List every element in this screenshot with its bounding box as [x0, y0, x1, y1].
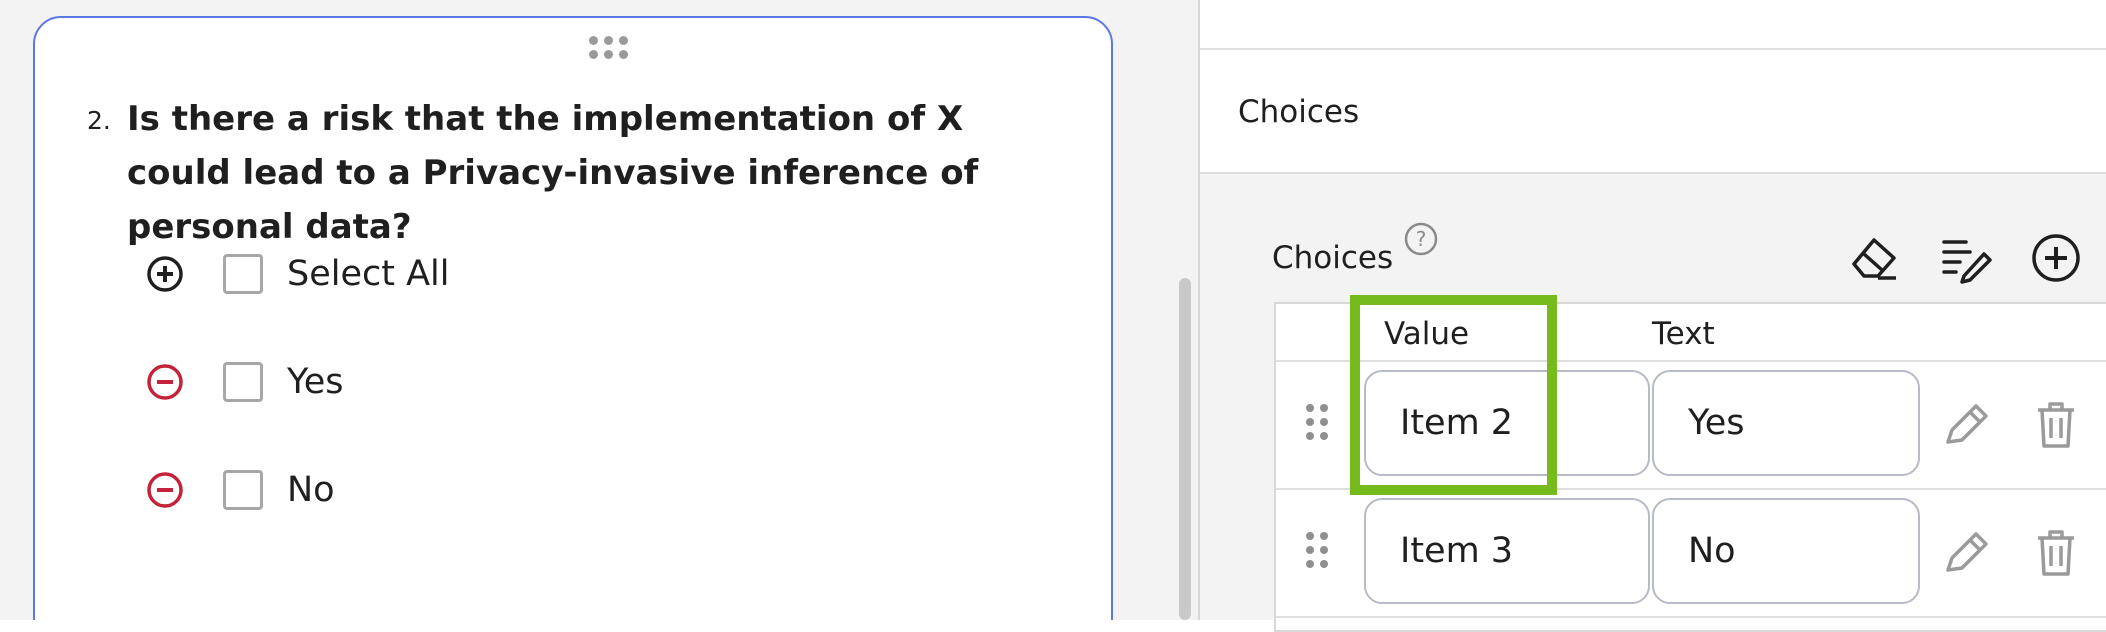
canvas-scrollbar[interactable]: [1179, 278, 1191, 620]
add-circle-icon[interactable]: [145, 254, 185, 294]
yes-checkbox[interactable]: [223, 362, 263, 402]
divider: [1200, 48, 2106, 50]
choices-property-label: Choices: [1272, 240, 1394, 276]
row-drag-handle-icon[interactable]: [1306, 532, 1330, 568]
trash-icon[interactable]: [2028, 396, 2084, 452]
add-choice-icon[interactable]: [2030, 232, 2082, 284]
choice-label[interactable]: Yes: [287, 362, 344, 402]
no-checkbox[interactable]: [223, 470, 263, 510]
help-icon[interactable]: ?: [1404, 222, 1438, 256]
question-drag-handle-icon[interactable]: [589, 36, 629, 62]
edit-list-icon[interactable]: [1940, 232, 1992, 284]
question-number: 2.: [87, 106, 111, 135]
eraser-icon[interactable]: [1848, 232, 1900, 284]
choice-text-input[interactable]: Yes: [1652, 370, 1920, 476]
column-header-text: Text: [1652, 316, 1715, 352]
row-drag-handle-icon[interactable]: [1306, 404, 1330, 440]
divider: [1276, 616, 2106, 618]
divider: [1276, 488, 2106, 490]
choice-text-input[interactable]: No: [1652, 498, 1920, 604]
section-title[interactable]: Choices: [1238, 94, 1359, 130]
question-card[interactable]: 2. Is there a risk that the implementati…: [33, 16, 1113, 620]
pencil-icon[interactable]: [1938, 524, 1994, 580]
trash-icon[interactable]: [2028, 524, 2084, 580]
column-header-value: Value: [1384, 316, 1470, 352]
remove-circle-icon[interactable]: [145, 362, 185, 402]
choice-yes: Yes: [145, 354, 344, 410]
select-all-checkbox[interactable]: [223, 254, 263, 294]
choice-value-input[interactable]: Item 3: [1364, 498, 1650, 604]
svg-text:?: ?: [1416, 227, 1427, 251]
designer-canvas: 2. Is there a risk that the implementati…: [0, 0, 1198, 620]
question-title[interactable]: Is there a risk that the implementation …: [127, 92, 1027, 254]
choice-value-input[interactable]: Item 2: [1364, 370, 1650, 476]
divider: [1276, 360, 2106, 362]
choice-label[interactable]: Select All: [287, 254, 450, 294]
pencil-icon[interactable]: [1938, 396, 1994, 452]
choice-label[interactable]: No: [287, 470, 335, 510]
choice-select-all: Select All: [145, 246, 450, 302]
choice-no: No: [145, 462, 335, 518]
remove-circle-icon[interactable]: [145, 470, 185, 510]
